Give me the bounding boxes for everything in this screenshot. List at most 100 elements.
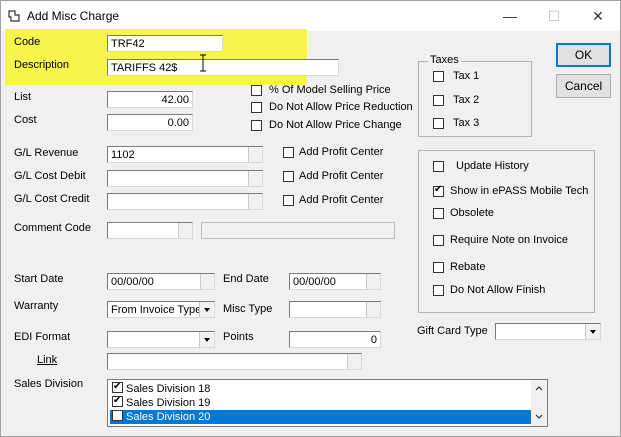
cost-input[interactable]: 0.00	[107, 114, 193, 131]
sales-division-item-label: Sales Division 19	[126, 397, 211, 409]
points-input[interactable]: 0	[289, 331, 381, 348]
tax-2-label: Tax 2	[453, 94, 480, 106]
scrollbar-arrows	[535, 386, 543, 419]
list-label: List	[14, 91, 32, 103]
lookup-button[interactable]	[347, 354, 361, 369]
edi-format-select[interactable]	[107, 331, 215, 348]
checkbox[interactable]	[251, 120, 262, 131]
title-bar: Add Misc Charge — ☐ ✕	[1, 1, 620, 31]
gift-card-type-select[interactable]	[495, 323, 601, 340]
minimize-icon[interactable]: —	[490, 5, 530, 27]
chevron-down-icon[interactable]	[585, 324, 600, 339]
lookup-button[interactable]	[248, 171, 262, 186]
tax-2-checkbox[interactable]	[433, 95, 444, 106]
add-misc-charge-dialog: Add Misc Charge — ☐ ✕ Code TRF42 Descrip…	[0, 0, 621, 437]
cancel-button[interactable]: Cancel	[556, 74, 611, 98]
tax-3-checkbox[interactable]	[433, 118, 444, 129]
warranty-label: Warranty	[14, 300, 59, 312]
link-label[interactable]: Link	[37, 354, 57, 366]
lookup-button[interactable]	[178, 223, 192, 238]
code-label: Code	[14, 36, 41, 48]
sales-division-item[interactable]: Sales Division 20	[110, 408, 535, 424]
require-note-checkbox[interactable]	[433, 235, 444, 246]
update-history-label: Update History	[456, 160, 529, 172]
list-price-input[interactable]: 42.00	[107, 91, 193, 108]
gl-cost-debit-profit-center-checkbox[interactable]	[283, 171, 294, 182]
gift-card-type-label: Gift Card Type	[417, 325, 488, 337]
sales-division-item[interactable]: Sales Division 18	[110, 380, 535, 396]
tax-3-label: Tax 3	[453, 117, 480, 129]
gl-cost-credit-profit-center-label: Add Profit Center	[299, 194, 384, 206]
sales-division-list[interactable]: Sales Division 18 Sales Division 19 Sale…	[107, 379, 548, 427]
checkbox[interactable]	[112, 394, 123, 408]
misc-type-label: Misc Type	[223, 303, 273, 315]
date-picker-button[interactable]	[366, 274, 380, 289]
comment-description-field	[201, 222, 395, 239]
ok-button[interactable]: OK	[556, 43, 611, 67]
gl-revenue-label: G/L Revenue	[14, 147, 79, 159]
gl-revenue-value: 1102	[111, 149, 135, 161]
gl-cost-debit-profit-center-label: Add Profit Center	[299, 170, 384, 182]
app-icon	[8, 10, 20, 22]
do-not-allow-finish-label: Do Not Allow Finish	[450, 284, 546, 296]
rebate-checkbox[interactable]	[433, 262, 444, 273]
checkbox[interactable]	[251, 85, 262, 96]
sales-division-label: Sales Division	[14, 378, 84, 390]
lookup-button[interactable]	[366, 302, 380, 317]
gl-revenue-profit-center-label: Add Profit Center	[299, 146, 384, 158]
gl-cost-debit-label: G/L Cost Debit	[14, 170, 86, 182]
warranty-select[interactable]: From Invoice Type	[107, 301, 215, 318]
tax-1-label: Tax 1	[453, 70, 480, 82]
obsolete-label: Obsolete	[450, 207, 495, 219]
require-note-label: Require Note on Invoice	[450, 234, 569, 246]
checkbox[interactable]	[251, 102, 262, 113]
show-in-epass-label: Show in ePASS Mobile Tech	[450, 185, 589, 197]
gl-cost-credit-profit-center-checkbox[interactable]	[283, 195, 294, 206]
warranty-value: From Invoice Type	[111, 304, 202, 316]
gl-revenue-input[interactable]: 1102	[107, 146, 263, 163]
gl-cost-credit-label: G/L Cost Credit	[14, 193, 90, 205]
checkbox[interactable]	[112, 380, 123, 394]
scroll-down-icon	[535, 414, 543, 419]
sales-division-item-label: Sales Division 20	[126, 411, 211, 423]
description-input[interactable]: TARIFFS 42$	[107, 59, 339, 76]
close-icon[interactable]: ✕	[578, 5, 618, 27]
sales-division-item-label: Sales Division 18	[126, 383, 211, 395]
gl-cost-debit-input[interactable]	[107, 170, 263, 187]
update-history-checkbox[interactable]	[433, 161, 444, 172]
lookup-button[interactable]	[248, 147, 262, 162]
chevron-down-icon[interactable]	[199, 302, 214, 317]
end-date-label: End Date	[223, 273, 269, 285]
chevron-down-icon[interactable]	[199, 332, 214, 347]
price-option-label: Do Not Allow Price Reduction	[269, 101, 413, 113]
code-input[interactable]: TRF42	[107, 35, 223, 52]
gl-cost-credit-input[interactable]	[107, 193, 263, 210]
points-label: Points	[223, 331, 254, 343]
checkbox[interactable]	[112, 408, 123, 422]
taxes-title: Taxes	[428, 54, 461, 66]
rebate-label: Rebate	[450, 261, 486, 273]
do-not-allow-finish-checkbox[interactable]	[433, 285, 444, 296]
date-picker-button[interactable]	[200, 274, 214, 289]
scrollbar[interactable]	[531, 380, 547, 426]
show-in-epass-checkbox[interactable]	[433, 184, 444, 197]
link-input[interactable]	[107, 353, 362, 370]
misc-type-input[interactable]	[289, 301, 381, 318]
lookup-button[interactable]	[248, 194, 262, 209]
start-date-value: 00/00/00	[111, 276, 154, 288]
price-option-label: Do Not Allow Price Change	[269, 119, 402, 131]
comment-code-input[interactable]	[107, 222, 193, 239]
edi-format-label: EDI Format	[14, 331, 71, 343]
comment-code-label: Comment Code	[14, 222, 92, 234]
price-option-label: % Of Model Selling Price	[269, 84, 391, 96]
description-label: Description	[14, 59, 70, 71]
start-date-input[interactable]: 00/00/00	[107, 273, 215, 290]
window-title: Add Misc Charge	[27, 9, 120, 23]
obsolete-checkbox[interactable]	[433, 208, 444, 219]
maximize-icon[interactable]: ☐	[534, 5, 574, 27]
tax-1-checkbox[interactable]	[433, 71, 444, 82]
start-date-label: Start Date	[14, 273, 64, 285]
end-date-input[interactable]: 00/00/00	[289, 273, 381, 290]
gl-revenue-profit-center-checkbox[interactable]	[283, 147, 294, 158]
sales-division-item[interactable]: Sales Division 19	[110, 394, 535, 410]
